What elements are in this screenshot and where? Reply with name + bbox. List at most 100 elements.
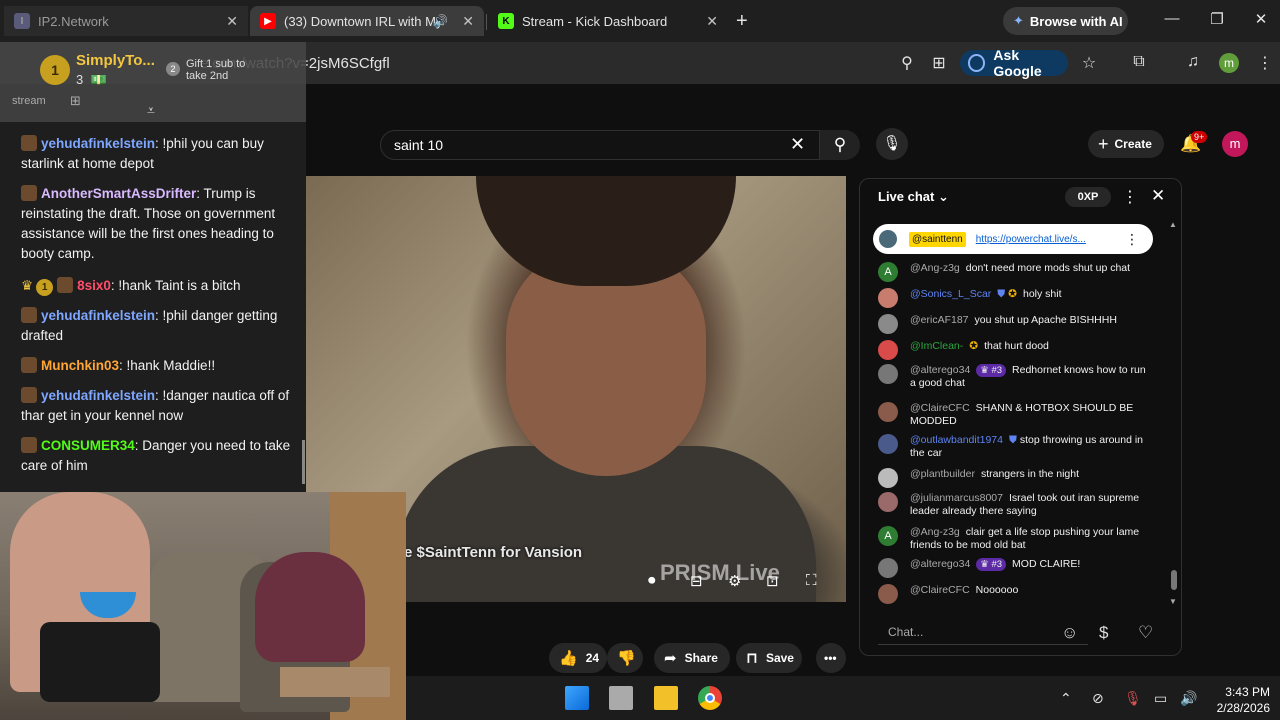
captions-icon[interactable]: ⊟	[690, 572, 703, 590]
save-button[interactable]: ⊓ Save	[736, 643, 802, 673]
live-chat-message[interactable]: @plantbuilder strangers in the night	[878, 468, 1146, 488]
chat-author[interactable]: @alterego34	[910, 364, 970, 376]
tab-kick-dashboard[interactable]: K Stream - Kick Dashboard ✕	[488, 6, 728, 36]
kick-chat-username[interactable]: yehudafinkelstein	[41, 136, 155, 151]
chat-avatar[interactable]	[878, 364, 898, 384]
more-actions-button[interactable]: •••	[816, 643, 846, 673]
dislike-button[interactable]: 👎	[607, 643, 643, 673]
chat-avatar[interactable]	[878, 468, 898, 488]
fullscreen-icon[interactable]: ⛶	[806, 572, 817, 589]
tab-youtube[interactable]: ▶ (33) Downtown IRL with My 🔊 ✕	[250, 6, 484, 36]
live-chat-message[interactable]: @ImClean- ✪ that hurt dood	[878, 340, 1146, 360]
live-chat-message[interactable]: A @Ang-z3g clair get a life stop pushing y…	[878, 526, 1146, 552]
heart-icon[interactable]: ♡	[1138, 623, 1153, 643]
microphone-icon[interactable]: 🎙	[876, 128, 908, 160]
super-chat-icon[interactable]: $	[1099, 623, 1108, 643]
clear-search-icon[interactable]: ✕	[790, 134, 805, 155]
pinned-link[interactable]: https://powerchat.live/s...	[976, 234, 1086, 245]
chat-avatar[interactable]	[878, 314, 898, 334]
close-tab-icon[interactable]: ✕	[706, 13, 718, 30]
gift-sub-prompt[interactable]: Gift 1 sub to take 2nd	[186, 58, 266, 82]
kick-chat-username[interactable]: Munchkin03	[41, 358, 119, 373]
chat-scroll-thumb[interactable]	[1171, 570, 1177, 590]
new-tab-button[interactable]: +	[736, 10, 748, 33]
chat-author[interactable]: @julianmarcus8007	[910, 492, 1003, 504]
chat-author[interactable]: @Ang-z3g	[910, 526, 960, 538]
chat-author[interactable]: @Sonics_L_Scar	[910, 288, 991, 300]
chat-avatar[interactable]	[878, 434, 898, 454]
live-chat-mode-dropdown[interactable]: Live chat ⌄	[878, 189, 949, 205]
chat-menu-icon[interactable]: ⋮	[1122, 187, 1138, 207]
create-button[interactable]: + Create	[1088, 130, 1164, 158]
search-input[interactable]	[380, 130, 820, 160]
kick-chat-username[interactable]: yehudafinkelstein	[41, 388, 155, 403]
live-chat-message[interactable]: @alterego34 ♛ #3 Redhornet knows how to ru…	[878, 364, 1146, 390]
miniplayer-icon[interactable]: ⊡	[766, 572, 779, 590]
live-chat-message[interactable]: @ericAF187 you shut up Apache BISHHHH	[878, 314, 1146, 334]
chat-author[interactable]: @plantbuilder	[910, 468, 975, 480]
pinned-menu-icon[interactable]: ⋮	[1125, 231, 1139, 248]
chat-avatar[interactable]	[878, 402, 898, 422]
chat-avatar[interactable]: A	[878, 262, 898, 282]
more-menu-icon[interactable]: ⋮	[1254, 53, 1276, 73]
maximize-icon[interactable]: ❐	[1207, 10, 1227, 28]
like-button[interactable]: 👍 24	[549, 643, 607, 673]
chat-avatar[interactable]: A	[878, 526, 898, 546]
chat-author[interactable]: @ericAF187	[910, 314, 969, 326]
xp-badge[interactable]: 0XP	[1065, 187, 1111, 207]
top-supporter-name[interactable]: SimplyTo...	[76, 52, 155, 69]
microphone-in-use-icon[interactable]: 🎙	[1124, 690, 1142, 707]
kick-chat-username[interactable]: AnotherSmartAssDrifter	[41, 186, 196, 201]
speaker-icon[interactable]: 🔊	[433, 14, 448, 28]
chat-avatar[interactable]	[878, 340, 898, 360]
scroll-down-arrow-icon[interactable]: ▼	[1169, 597, 1177, 606]
close-tab-icon[interactable]: ✕	[462, 13, 474, 30]
scroll-up-arrow-icon[interactable]: ▲	[1169, 220, 1177, 229]
tab-ip2-network[interactable]: I IP2.Network ✕	[4, 6, 248, 36]
chat-avatar[interactable]	[878, 558, 898, 578]
chat-author[interactable]: @ClaireCFC	[910, 402, 970, 414]
ask-google-button[interactable]: Ask Google	[960, 47, 1068, 79]
display-icon[interactable]: ▭	[1154, 690, 1167, 707]
chat-author[interactable]: @ClaireCFC	[910, 584, 970, 596]
volume-icon[interactable]: 🔊	[1180, 690, 1197, 707]
file-explorer-icon[interactable]	[654, 686, 678, 710]
account-avatar[interactable]: m	[1222, 131, 1248, 157]
live-chat-message[interactable]: @ClaireCFC SHANN & HOTBOX SHOULD BE MODDE…	[878, 402, 1146, 428]
kick-chat-username[interactable]: CONSUMER34	[41, 438, 135, 453]
live-chat-message[interactable]: @alterego34 ♛ #3 MOD CLAIRE!	[878, 558, 1146, 578]
live-chat-message[interactable]: @julianmarcus8007 Israel took out iran su…	[878, 492, 1146, 518]
live-chat-message[interactable]: A @Ang-z3g don't need more mods shut up ch…	[878, 262, 1146, 282]
share-button[interactable]: ➦ Share	[654, 643, 730, 673]
chat-scrollbar[interactable]	[1170, 218, 1178, 606]
minimize-icon[interactable]: —	[1162, 10, 1182, 27]
media-control-icon[interactable]: ♫	[1182, 53, 1204, 71]
live-chat-message[interactable]: @outlawbandit1974 ⛊ stop throwing us aroun…	[878, 434, 1146, 460]
kick-chat-username[interactable]: 8six0	[77, 278, 111, 293]
close-window-icon[interactable]: ✕	[1251, 10, 1271, 28]
system-clock[interactable]: 3:43 PM 2/28/2026	[1212, 684, 1270, 716]
chat-avatar[interactable]	[878, 288, 898, 308]
chat-avatar[interactable]	[878, 584, 898, 604]
install-app-icon[interactable]: ⊞	[928, 53, 950, 73]
emoji-icon[interactable]: ☺	[1061, 623, 1078, 643]
chat-author[interactable]: @alterego34	[910, 558, 970, 570]
live-chat-message[interactable]: @ClaireCFC Noooooo	[878, 584, 1146, 604]
chat-avatar[interactable]	[878, 492, 898, 512]
show-hidden-icons-chevron-icon[interactable]: ⌃	[1060, 690, 1072, 707]
settings-gear-icon[interactable]: ⚙	[728, 572, 741, 590]
pinned-message[interactable]: @sainttenn https://powerchat.live/s... ⋮	[873, 224, 1153, 254]
windows-start-icon[interactable]	[565, 686, 589, 710]
search-icon[interactable]: ⚲	[820, 130, 860, 160]
live-chat-message[interactable]: @Sonics_L_Scar ⛊ ✪ holy shit	[878, 288, 1146, 308]
chat-author[interactable]: @Ang-z3g	[910, 262, 960, 274]
zoom-icon[interactable]: ⚲	[896, 53, 918, 73]
close-tab-icon[interactable]: ✕	[226, 13, 238, 30]
collapse-icon[interactable]: ⩡	[147, 102, 155, 119]
kick-chat-username[interactable]: yehudafinkelstein	[41, 308, 155, 323]
chat-author[interactable]: @outlawbandit1974	[910, 434, 1003, 446]
browse-with-ai-button[interactable]: ✦ Browse with AI	[1003, 7, 1128, 35]
bookmark-star-icon[interactable]: ☆	[1078, 53, 1100, 73]
profile-avatar[interactable]: m	[1219, 53, 1239, 73]
autoplay-toggle-icon[interactable]: ⏺	[648, 572, 656, 589]
